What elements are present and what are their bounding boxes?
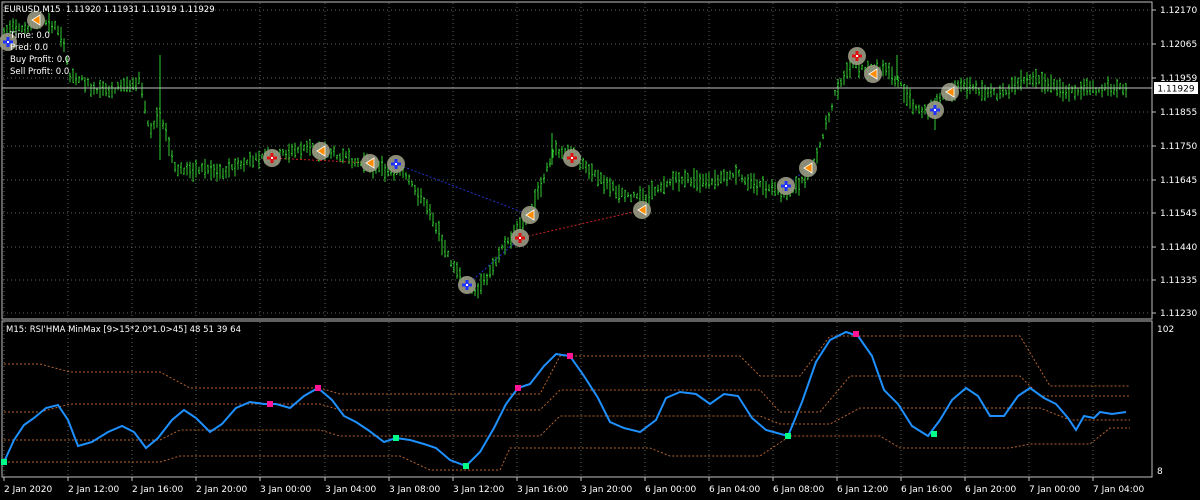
price-tick-label: 1.11440 bbox=[1160, 243, 1197, 253]
sell-signal-marker bbox=[267, 401, 273, 407]
price-tick-label: 1.11750 bbox=[1160, 142, 1197, 152]
current-price-label: 1.11929 bbox=[1157, 85, 1194, 95]
plus-center bbox=[519, 237, 521, 239]
plus-center bbox=[571, 157, 573, 159]
indicator-markers bbox=[1, 331, 937, 469]
sell-plus-icon[interactable] bbox=[563, 149, 581, 167]
buy-plus-icon[interactable] bbox=[458, 276, 476, 294]
buy-plus-icon[interactable] bbox=[387, 155, 405, 173]
buy-plus-icon[interactable] bbox=[777, 177, 795, 195]
sell-signal-marker bbox=[853, 331, 859, 337]
plus-center bbox=[466, 284, 468, 286]
info-sell-profit: Sell Profit: 0.0 bbox=[10, 67, 70, 77]
mid-band-lower-line bbox=[4, 407, 1130, 441]
sell-signal-marker bbox=[567, 353, 573, 359]
time-tick-label: 3 Jan 08:00 bbox=[389, 485, 441, 495]
price-tick-label: 1.11230 bbox=[1160, 309, 1197, 319]
time-tick-label: 3 Jan 20:00 bbox=[581, 485, 633, 495]
plus-center bbox=[785, 185, 787, 187]
sell-plus-icon[interactable] bbox=[263, 149, 281, 167]
info-buy-profit: Buy Profit: 0.0 bbox=[10, 55, 71, 65]
left-arrow-icon[interactable] bbox=[633, 201, 651, 219]
mid-band-upper-line bbox=[4, 375, 1130, 413]
indicator-axis-bottom: 8 bbox=[1157, 467, 1163, 477]
symbol-header: EURUSD,M15 1.11920 1.11931 1.11919 1.119… bbox=[4, 5, 215, 15]
time-tick-label: 6 Jan 00:00 bbox=[645, 485, 697, 495]
left-arrow-icon[interactable] bbox=[941, 83, 959, 101]
left-arrow-icon[interactable] bbox=[864, 65, 882, 83]
price-tick-label: 1.12065 bbox=[1160, 40, 1197, 50]
buy-signal-marker bbox=[393, 435, 399, 441]
left-arrow-icon[interactable] bbox=[312, 142, 330, 160]
time-tick-label: 3 Jan 04:00 bbox=[325, 485, 377, 495]
buy-signal-marker bbox=[931, 431, 937, 437]
time-tick-label: 7 Jan 00:00 bbox=[1029, 485, 1081, 495]
time-tick-label: 6 Jan 12:00 bbox=[837, 485, 889, 495]
upper-band-line bbox=[4, 335, 1130, 395]
time-tick-label: 2 Jan 2020 bbox=[4, 485, 52, 495]
rsi-hma-line bbox=[3, 330, 1127, 468]
price-tick-label: 1.11545 bbox=[1160, 209, 1197, 219]
time-tick-label: 3 Jan 00:00 bbox=[260, 485, 312, 495]
plus-center bbox=[395, 163, 397, 165]
time-tick-label: 6 Jan 20:00 bbox=[965, 485, 1017, 495]
time-tick-label: 2 Jan 12:00 bbox=[68, 485, 120, 495]
plus-center bbox=[271, 157, 273, 159]
time-tick-label: 6 Jan 04:00 bbox=[709, 485, 761, 495]
time-tick-label: 6 Jan 16:00 bbox=[901, 485, 953, 495]
price-tick-label: 1.11645 bbox=[1160, 176, 1197, 186]
sell-plus-icon[interactable] bbox=[511, 229, 529, 247]
time-tick-label: 2 Jan 16:00 bbox=[132, 485, 184, 495]
time-tick-label: 6 Jan 08:00 bbox=[773, 485, 825, 495]
main-chart-frame bbox=[1, 1, 1153, 478]
info-time: Time: 0.0 bbox=[10, 31, 50, 41]
plus-center bbox=[856, 55, 858, 57]
buy-signal-marker bbox=[785, 433, 791, 439]
price-tick-label: 1.11855 bbox=[1160, 108, 1197, 118]
time-tick-label: 2 Jan 20:00 bbox=[196, 485, 248, 495]
rsi-hma-path bbox=[3, 330, 1127, 468]
info-pred: Pred: 0.0 bbox=[10, 43, 48, 53]
buy-signal-marker bbox=[463, 463, 469, 469]
chart-grid bbox=[3, 3, 1151, 476]
left-arrow-icon[interactable] bbox=[521, 206, 539, 224]
time-tick-label: 3 Jan 16:00 bbox=[517, 485, 569, 495]
plus-center bbox=[7, 41, 9, 43]
buy-plus-icon[interactable] bbox=[926, 101, 944, 119]
left-arrow-icon[interactable] bbox=[799, 159, 817, 177]
time-tick-label: 7 Jan 04:00 bbox=[1093, 485, 1145, 495]
price-tick-label: 1.11335 bbox=[1160, 276, 1197, 286]
sell-plus-icon[interactable] bbox=[848, 47, 866, 65]
plus-center bbox=[934, 109, 936, 111]
lower-band-line bbox=[4, 427, 1130, 471]
trading-chart[interactable]: 1.121701.120651.119591.118551.117501.116… bbox=[0, 0, 1200, 500]
trade-arrows[interactable] bbox=[0, 11, 959, 294]
time-tick-label: 3 Jan 12:00 bbox=[453, 485, 505, 495]
trade-link-line bbox=[395, 163, 531, 216]
indicator-axis-top: 102 bbox=[1157, 325, 1174, 335]
buy-signal-marker bbox=[1, 459, 7, 465]
sell-signal-marker bbox=[515, 385, 521, 391]
trade-lines bbox=[271, 157, 809, 286]
indicator-title: M15: RSI'HMA MinMax [9>15*2.0*1.0>45] 48… bbox=[6, 325, 241, 335]
price-tick-label: 1.12170 bbox=[1160, 6, 1197, 16]
sell-signal-marker bbox=[315, 385, 321, 391]
left-arrow-icon[interactable] bbox=[361, 154, 379, 172]
